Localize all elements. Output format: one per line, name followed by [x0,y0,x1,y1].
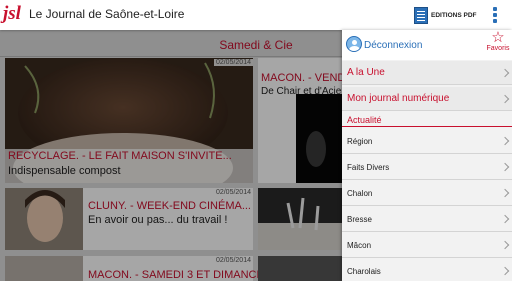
overflow-menu-icon[interactable] [490,6,500,26]
nav-item-label: A la Une [347,67,385,78]
drawer-header: Déconnexion ☆ Favoris [342,30,512,60]
section-header-divider [342,126,512,127]
nav-item-charolais[interactable]: Charolais [342,258,512,281]
chevron-right-icon [500,94,510,104]
favorites-label: Favoris [486,45,510,52]
app-logo[interactable]: jsl [3,3,21,25]
nav-item-label: Faits Divers [347,163,390,172]
nav-item-macon[interactable]: Mâcon [342,232,512,258]
nav-item-label: Mon journal numérique [347,93,450,104]
navigation-drawer: Déconnexion ☆ Favoris A la Une Mon journ… [342,30,512,281]
chevron-right-icon [500,214,510,224]
user-icon [346,36,362,52]
pdf-editions-button[interactable]: EDITIONS PDF [414,6,477,24]
chevron-right-icon [500,240,510,250]
drawer-scrim[interactable] [0,0,342,281]
app-title: Le Journal de Saône-et-Loire [29,7,185,21]
nav-item-bresse[interactable]: Bresse [342,206,512,232]
logout-link[interactable]: Déconnexion [364,40,422,51]
nav-item-label: Bresse [347,215,372,224]
nav-item-chalon[interactable]: Chalon [342,180,512,206]
nav-item-label: Charolais [347,267,381,276]
nav-item-label: Région [347,137,373,146]
nav-item-faits-divers[interactable]: Faits Divers [342,154,512,180]
section-header-label: Actualité [347,115,382,125]
star-icon: ☆ [491,29,505,46]
chevron-right-icon [500,136,510,146]
nav-item-label: Chalon [347,189,373,198]
nav-item-mon-journal[interactable]: Mon journal numérique [342,87,512,111]
app-bar: jsl Le Journal de Saône-et-Loire EDITION… [0,0,512,30]
favorites-button[interactable]: ☆ Favoris [484,30,512,60]
nav-item-a-la-une[interactable]: A la Une [342,61,512,85]
pdf-editions-label: EDITIONS PDF [431,11,477,19]
chevron-right-icon [500,68,510,78]
chevron-right-icon [500,266,510,276]
nav-item-label: Mâcon [347,241,372,250]
chevron-right-icon [500,162,510,172]
nav-item-region[interactable]: Région [342,128,512,154]
chevron-right-icon [500,188,510,198]
section-header-actualite: Actualité [342,113,512,127]
newspaper-icon [414,6,428,24]
